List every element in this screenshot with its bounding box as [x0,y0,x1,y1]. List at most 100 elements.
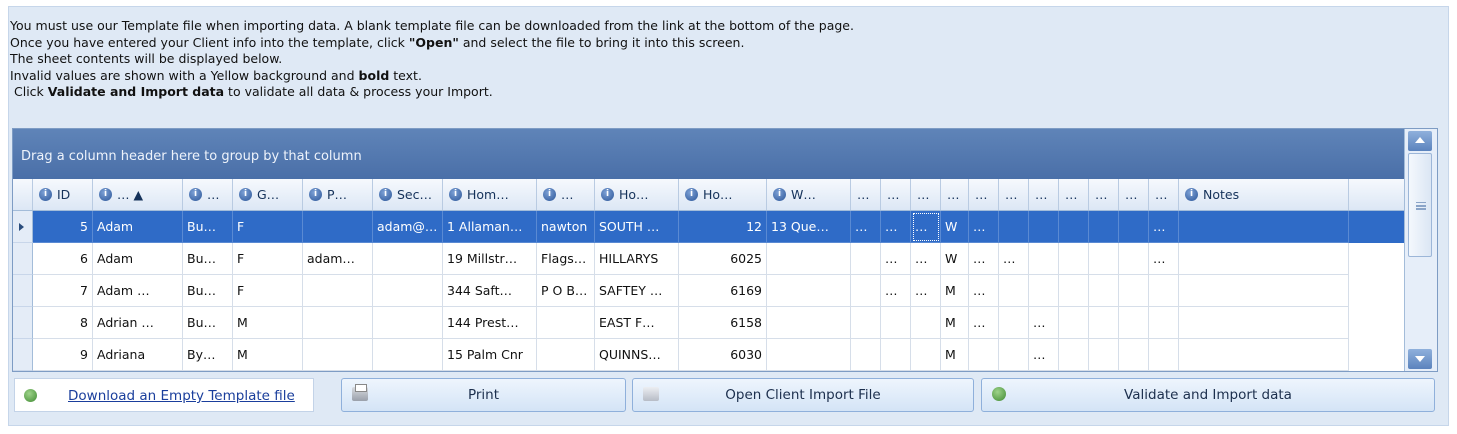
column-header-17[interactable]: … [1029,179,1059,210]
table-cell[interactable] [1089,307,1119,339]
column-header-0[interactable]: i ID [33,179,93,210]
column-header-3[interactable]: i G… [233,179,303,210]
table-cell[interactable] [1029,243,1059,275]
row-indicator[interactable] [13,275,33,307]
table-cell[interactable]: M [941,275,969,307]
table-cell[interactable]: W [941,243,969,275]
table-cell[interactable] [1089,243,1119,275]
table-cell[interactable]: 6158 [679,307,767,339]
table-row[interactable]: 5 Adam Bu… Fadam@… 1 Allaman… nawton SOUTH … 12… [13,211,1405,243]
table-cell[interactable]: 19 Millstr… [443,243,537,275]
table-cell[interactable]: By… [183,339,233,371]
table-cell[interactable]: 6025 [679,243,767,275]
table-cell[interactable] [537,339,595,371]
column-header-13[interactable]: … [911,179,941,210]
table-cell[interactable]: Adrian … [93,307,183,339]
table-cell[interactable] [881,339,911,371]
table-cell[interactable]: 13 Que… [767,211,851,243]
table-cell[interactable]: … [1029,339,1059,371]
scroll-thumb[interactable] [1408,153,1432,257]
table-cell[interactable] [373,307,443,339]
table-cell[interactable] [1059,243,1089,275]
table-cell[interactable]: … [881,243,911,275]
column-header-11[interactable]: … [851,179,881,210]
table-cell[interactable]: adam… [303,243,373,275]
table-cell[interactable] [767,307,851,339]
table-cell[interactable] [767,275,851,307]
column-header-21[interactable]: … [1149,179,1179,210]
table-cell[interactable] [1089,275,1119,307]
table-cell[interactable]: W [941,211,969,243]
table-cell[interactable] [969,339,999,371]
table-cell[interactable]: … [911,211,941,243]
scroll-down-button[interactable] [1408,349,1432,369]
open-import-file-button[interactable]: Open Client Import File [632,378,974,412]
table-cell[interactable] [1119,307,1149,339]
vertical-scrollbar[interactable] [1404,129,1437,371]
table-cell[interactable]: … [969,211,999,243]
group-by-panel[interactable]: Drag a column header here to group by th… [13,129,1405,179]
table-cell[interactable] [1149,275,1179,307]
table-cell[interactable]: … [1149,243,1179,275]
table-cell[interactable] [1059,339,1089,371]
table-cell[interactable]: nawton [537,211,595,243]
column-header-15[interactable]: … [969,179,999,210]
row-indicator[interactable] [13,211,33,243]
table-cell[interactable]: Adriana [93,339,183,371]
table-cell[interactable]: M [233,307,303,339]
table-cell[interactable] [851,307,881,339]
table-cell[interactable]: 12 [679,211,767,243]
column-header-19[interactable]: … [1089,179,1119,210]
table-cell[interactable] [1149,339,1179,371]
table-cell[interactable]: M [233,339,303,371]
column-header-12[interactable]: … [881,179,911,210]
table-cell[interactable]: … [881,211,911,243]
table-cell[interactable]: … [1149,211,1179,243]
table-cell[interactable]: Bu… [183,275,233,307]
table-cell[interactable]: M [941,339,969,371]
column-header-9[interactable]: i Ho… [679,179,767,210]
table-cell[interactable] [999,275,1029,307]
table-cell[interactable] [1179,275,1349,307]
column-header-1[interactable]: i … ▲ [93,179,183,210]
column-header-2[interactable]: i… [183,179,233,210]
table-row[interactable]: 8 Adrian … Bu… M 144 Prest… EAST F… 6158 M…… [13,307,1405,339]
table-cell[interactable]: F [233,211,303,243]
row-indicator[interactable] [13,307,33,339]
table-cell[interactable]: 7 [33,275,93,307]
table-cell[interactable]: HILLARYS [595,243,679,275]
table-cell[interactable] [911,307,941,339]
table-cell[interactable]: M [941,307,969,339]
table-cell[interactable]: … [1029,307,1059,339]
table-cell[interactable]: Adam [93,243,183,275]
table-cell[interactable] [767,339,851,371]
import-data-grid[interactable]: Drag a column header here to group by th… [12,128,1438,372]
table-cell[interactable] [537,307,595,339]
table-cell[interactable] [851,275,881,307]
table-cell[interactable]: … [999,243,1029,275]
table-cell[interactable]: 8 [33,307,93,339]
table-cell[interactable]: Bu… [183,243,233,275]
column-header-22[interactable]: i Notes [1179,179,1349,210]
table-cell[interactable] [303,339,373,371]
table-cell[interactable]: … [911,275,941,307]
table-cell[interactable] [373,275,443,307]
table-cell[interactable] [1179,243,1349,275]
table-row[interactable]: 9 Adriana By… M 15 Palm Cnr QUINNS… 6030 M… [13,339,1405,371]
table-cell[interactable]: SOUTH … [595,211,679,243]
table-cell[interactable] [1089,339,1119,371]
table-cell[interactable] [1179,211,1349,243]
table-cell[interactable]: 1 Allaman… [443,211,537,243]
table-cell[interactable]: P O B… [537,275,595,307]
table-cell[interactable]: adam@… [373,211,443,243]
table-cell[interactable]: … [911,243,941,275]
row-indicator[interactable] [13,243,33,275]
download-template-link[interactable]: Download an Empty Template file [68,388,295,404]
table-row[interactable]: 6 Adam Bu… Fadam… 19 Millstr… Flags… HILLARYS 6… [13,243,1405,275]
table-row[interactable]: 7 Adam … Bu… F 344 Saft… P O B… SAFTEY … 6169……… [13,275,1405,307]
table-cell[interactable]: EAST F… [595,307,679,339]
table-cell[interactable]: Flags… [537,243,595,275]
column-header-14[interactable]: … [941,179,969,210]
table-cell[interactable]: 9 [33,339,93,371]
column-header-5[interactable]: i Sec… [373,179,443,210]
